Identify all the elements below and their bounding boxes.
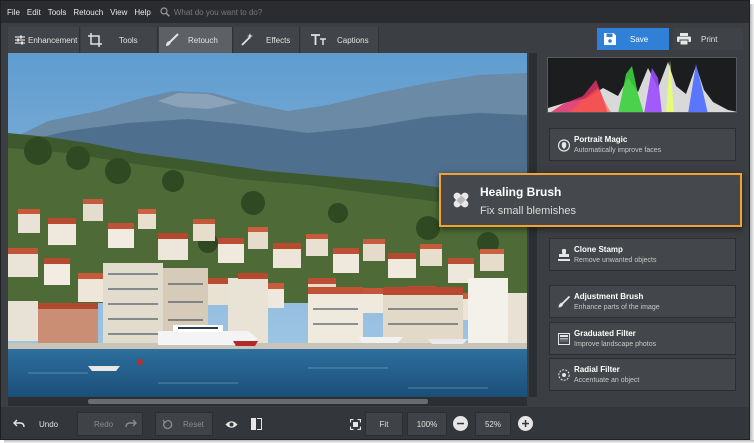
menu-tools[interactable]: Tools <box>48 8 67 17</box>
horizontal-scrollbar[interactable] <box>8 397 527 406</box>
redo-icon <box>125 419 138 428</box>
tab-retouch-label: Retouch <box>188 35 218 45</box>
eye-icon <box>225 420 237 428</box>
sliders-icon <box>15 35 25 45</box>
menu-view[interactable]: View <box>110 8 127 17</box>
magic-wand-icon <box>241 33 253 46</box>
reset-icon <box>162 419 173 429</box>
portrait-magic-subtitle: Automatically improve faces <box>574 147 662 154</box>
clone-stamp-subtitle: Remove unwanted objects <box>574 257 657 264</box>
brush-icon <box>166 33 179 46</box>
zoom-out-button[interactable] <box>453 416 468 431</box>
window-shadow-right <box>750 4 754 443</box>
undo-icon <box>13 419 25 428</box>
redo-label: Redo <box>94 419 114 429</box>
radial-filter-subtitle: Accentuate an object <box>574 377 640 384</box>
brush-icon <box>558 296 570 308</box>
radial-filter-icon <box>558 369 570 381</box>
menu-retouch[interactable]: Retouch <box>73 8 103 17</box>
fit-button[interactable]: Fit <box>365 412 403 436</box>
zoom-value-label: 52% <box>484 419 501 429</box>
compare-icon <box>250 418 262 430</box>
radial-filter-title: Radial Filter <box>574 365 620 374</box>
bandage-icon <box>453 192 469 208</box>
tab-tools[interactable]: Tools <box>81 27 158 53</box>
graduated-filter-icon <box>558 333 570 345</box>
healing-brush-subtitle: Fix small blemishes <box>480 205 576 217</box>
graduated-filter-button[interactable]: Graduated Filter Improve landscape photo… <box>549 322 736 355</box>
fit-label: Fit <box>379 419 389 429</box>
radial-filter-button[interactable]: Radial Filter Accentuate an object <box>549 358 736 391</box>
menu-help[interactable]: Help <box>134 8 150 17</box>
tab-effects[interactable]: Effects <box>234 27 300 53</box>
tab-tools-label: Tools <box>119 35 138 45</box>
text-icon <box>311 34 326 45</box>
reset-button[interactable]: Reset <box>155 412 213 436</box>
redo-button[interactable]: Redo <box>77 412 143 436</box>
menu-bar: File Edit Tools Retouch View Help What d… <box>1 1 749 23</box>
tab-captions-label: Captions <box>337 35 369 45</box>
tab-enhancement[interactable]: Enhancement <box>8 27 80 53</box>
menu-edit[interactable]: Edit <box>27 8 41 17</box>
zoom-value[interactable]: 52% <box>475 412 511 436</box>
portrait-magic-title: Portrait Magic <box>574 135 628 144</box>
healing-brush-title: Healing Brush <box>480 185 562 199</box>
zoom-100-button[interactable]: 100% <box>407 412 447 436</box>
save-button[interactable]: Save <box>597 28 669 50</box>
print-button-label: Print <box>701 34 718 44</box>
tab-effects-label: Effects <box>266 35 291 45</box>
healing-brush-button[interactable]: Healing Brush Fix small blemishes <box>439 173 742 227</box>
crop-icon <box>88 33 102 47</box>
adjustment-brush-subtitle: Enhance parts of the image <box>574 304 660 311</box>
plus-icon <box>522 420 529 427</box>
tab-captions[interactable]: Captions <box>301 27 379 53</box>
clone-stamp-button[interactable]: Clone Stamp Remove unwanted objects <box>549 238 736 271</box>
minus-icon <box>457 422 464 425</box>
portrait-icon <box>558 139 570 152</box>
menu-file[interactable]: File <box>7 8 20 17</box>
clone-stamp-title: Clone Stamp <box>574 245 623 254</box>
save-button-label: Save <box>630 34 649 44</box>
preview-button[interactable] <box>221 412 241 436</box>
app-window: File Edit Tools Retouch View Help What d… <box>0 0 750 440</box>
printer-icon <box>677 33 691 45</box>
stamp-icon <box>558 249 570 261</box>
bottom-toolbar: Undo Redo Reset Fit 100% 52% <box>1 407 749 439</box>
adjustment-brush-button[interactable]: Adjustment Brush Enhance parts of the im… <box>549 285 736 318</box>
print-button[interactable]: Print <box>673 28 743 50</box>
graduated-filter-subtitle: Improve landscape photos <box>574 341 657 348</box>
undo-label: Undo <box>39 419 59 429</box>
zoom-in-button[interactable] <box>518 416 533 431</box>
adjustment-brush-title: Adjustment Brush <box>574 292 644 301</box>
undo-button[interactable]: Undo <box>9 412 75 436</box>
horizontal-scrollbar-thumb[interactable] <box>88 399 428 404</box>
tab-retouch[interactable]: Retouch <box>159 27 233 53</box>
zoom-100-label: 100% <box>416 419 438 429</box>
floppy-disk-icon <box>604 33 616 45</box>
fit-icon-button[interactable] <box>346 412 364 436</box>
graduated-filter-title: Graduated Filter <box>574 329 636 338</box>
search-input[interactable]: What do you want to do? <box>174 8 263 17</box>
reset-label: Reset <box>183 419 204 429</box>
compare-button[interactable] <box>245 412 267 436</box>
search-icon <box>160 7 170 17</box>
tab-enhancement-label: Enhancement <box>28 35 78 45</box>
portrait-magic-button[interactable]: Portrait Magic Automatically improve fac… <box>549 128 736 161</box>
histogram-graph <box>548 60 736 112</box>
histogram <box>547 57 737 113</box>
fit-screen-icon <box>349 418 361 430</box>
